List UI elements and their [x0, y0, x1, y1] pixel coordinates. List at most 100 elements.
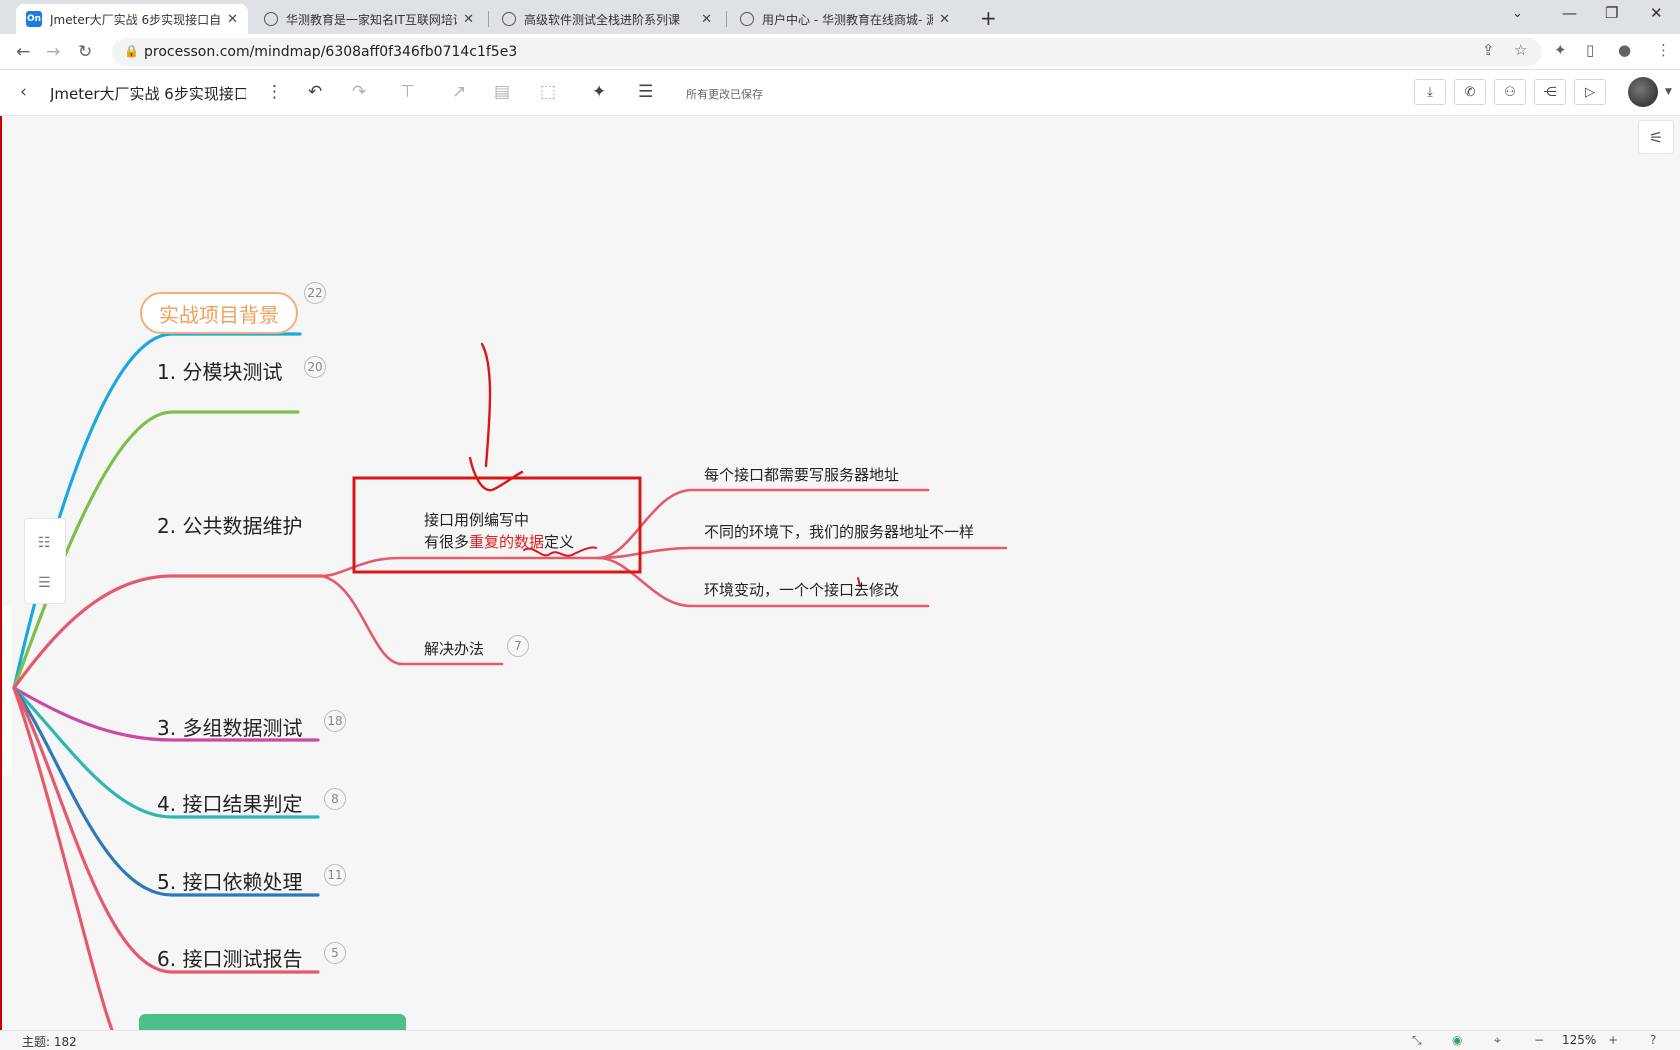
sub-topic-node[interactable]: 接口用例编写中 有很多重复的数据定义: [424, 509, 574, 553]
close-tab-icon[interactable]: ✕: [939, 12, 950, 27]
minimize-icon[interactable]: —: [1562, 4, 1577, 22]
format-painter-icon[interactable]: ⊤: [400, 82, 415, 102]
app-toolbar: ‹ Jmeter大厂实战 6步实现接口自动化 ⋮ ↶ ↷ ⊤ ↗ ▤ ⬚ ✦ ☰…: [0, 70, 1680, 116]
processon-favicon-icon: On: [26, 11, 42, 27]
tab-divider: [488, 11, 489, 27]
summary-icon[interactable]: ▤: [494, 82, 510, 102]
topic-count: 主题: 182: [22, 1035, 77, 1049]
branch-count-badge-4[interactable]: 8: [324, 788, 346, 810]
status-bar: 主题: 182 ⤡ ◉ ⌖ − 125% + ?: [0, 1030, 1680, 1050]
document-title[interactable]: Jmeter大厂实战 6步实现接口自动化: [50, 83, 246, 104]
site-favicon-icon: [264, 12, 278, 26]
outline-panel: ☷ ☰: [24, 518, 66, 604]
browser-tab-bar: On Jmeter大厂实战 6步实现接口自动化 ✕ 华测教育是一家知名IT互联网…: [0, 0, 1680, 34]
root-count-badge[interactable]: 22: [304, 282, 326, 304]
zoom-in-icon[interactable]: +: [1608, 1033, 1618, 1047]
side-panel-icon[interactable]: ▯: [1586, 41, 1594, 59]
solution-count-badge[interactable]: 7: [507, 635, 529, 657]
tab-course[interactable]: 高级软件测试全栈进阶系列课 ✕: [492, 4, 722, 34]
zoom-out-icon[interactable]: −: [1534, 1033, 1544, 1047]
branch-node-5[interactable]: 5. 接口依赖处理: [157, 866, 302, 895]
tab-user-center[interactable]: 用户中心 - 华测教育在线商城- 源 ✕: [730, 4, 960, 34]
branch-node-7-partial[interactable]: [139, 1014, 406, 1030]
url-field[interactable]: 🔒 processon.com/mindmap/6308aff0f346fb07…: [112, 38, 1542, 66]
zoom-level[interactable]: 125%: [1562, 1033, 1596, 1047]
close-window-icon[interactable]: ✕: [1650, 4, 1663, 22]
download-button[interactable]: ⤓: [1414, 79, 1446, 105]
redo-icon[interactable]: ↷: [352, 82, 366, 102]
tab-title: 华测教育是一家知名IT互联网培训: [286, 12, 458, 27]
location-icon[interactable]: ⌖: [1494, 1033, 1501, 1048]
site-favicon-icon: [740, 12, 754, 26]
tab-jmeter[interactable]: On Jmeter大厂实战 6步实现接口自动化 ✕: [16, 4, 248, 34]
restore-icon[interactable]: ❐: [1605, 4, 1618, 22]
outline-icon[interactable]: ☷: [38, 535, 51, 551]
sub-topic-line-2: 有很多重复的数据定义: [424, 531, 574, 553]
profile-icon[interactable]: ●: [1618, 41, 1631, 59]
extensions-icon[interactable]: ✦: [1554, 41, 1567, 59]
root-topic-node[interactable]: 实战项目背景: [140, 292, 298, 334]
detail-node-2[interactable]: 不同的环境下，我们的服务器地址不一样: [704, 521, 974, 542]
share-button[interactable]: ⋲: [1534, 79, 1566, 105]
branch-node-3[interactable]: 3. 多组数据测试: [157, 712, 302, 741]
solution-node[interactable]: 解决办法: [424, 638, 484, 659]
highlighted-text: 重复的数据: [469, 533, 545, 551]
site-favicon-icon: [502, 12, 516, 26]
forward-icon[interactable]: →: [46, 42, 60, 62]
branch-node-2[interactable]: 2. 公共数据维护: [157, 510, 302, 539]
branch-count-badge-5[interactable]: 11: [324, 864, 346, 886]
boundary-icon[interactable]: ⬚: [540, 82, 556, 102]
sub-topic-line-1: 接口用例编写中: [424, 511, 530, 529]
tab-huace[interactable]: 华测教育是一家知名IT互联网培训 ✕: [254, 4, 484, 34]
close-tab-icon[interactable]: ✕: [463, 12, 474, 27]
ai-magic-icon[interactable]: ✦: [592, 82, 606, 102]
user-avatar[interactable]: [1628, 77, 1658, 107]
detail-node-1[interactable]: 每个接口都需要写服务器地址: [704, 464, 899, 485]
sub-topic-text-a: 有很多: [424, 533, 470, 551]
save-status: 所有更改已保存: [686, 88, 763, 101]
tab-search-icon[interactable]: ⌄: [1512, 6, 1523, 21]
lock-icon: 🔒: [124, 44, 139, 58]
browser-menu-icon[interactable]: ⋮: [1656, 41, 1671, 59]
branch-node-4[interactable]: 4. 接口结果判定: [157, 788, 302, 817]
annotation-arrow: [468, 342, 524, 492]
connector-detail-2: [596, 546, 1008, 560]
connector-branch-7: [12, 686, 114, 1030]
collaborate-button[interactable]: ⚇: [1494, 79, 1526, 105]
close-tab-icon[interactable]: ✕: [227, 12, 238, 27]
close-tab-icon[interactable]: ✕: [701, 12, 712, 27]
present-button[interactable]: ▷: [1574, 79, 1606, 105]
sub-topic-text-c: 定义: [544, 533, 575, 551]
more-options-icon[interactable]: ⋮: [266, 82, 283, 102]
view-mode-icon[interactable]: ◉: [1452, 1033, 1462, 1047]
url-text: processon.com/mindmap/6308aff0f346fb0714…: [144, 44, 518, 60]
detail-node-3[interactable]: 环境变动，一个个接口去修改: [704, 579, 899, 600]
new-tab-icon[interactable]: +: [980, 6, 997, 30]
reload-icon[interactable]: ↻: [78, 42, 92, 62]
back-arrow-icon[interactable]: ‹: [20, 82, 27, 102]
layout-settings-icon[interactable]: ☰: [638, 82, 653, 102]
tab-title: Jmeter大厂实战 6步实现接口自动化: [50, 12, 222, 27]
undo-icon[interactable]: ↶: [308, 82, 322, 102]
bookmark-star-icon[interactable]: ☆: [1514, 41, 1527, 59]
branch-node-1[interactable]: 1. 分模块测试: [157, 356, 282, 385]
mindmap-canvas[interactable]: 实战项目背景 22 1. 分模块测试 20 2. 公共数据维护 3. 多组数据测…: [0, 116, 1680, 1030]
left-panel-edge[interactable]: [2, 606, 12, 776]
help-icon[interactable]: ?: [1650, 1033, 1656, 1047]
address-bar-row: ← → ↻ 🔒 processon.com/mindmap/6308aff0f3…: [0, 34, 1680, 70]
call-button[interactable]: ✆: [1454, 79, 1486, 105]
canvas-settings-icon[interactable]: ⚟: [1638, 120, 1674, 154]
branch-node-6[interactable]: 6. 接口测试报告: [157, 943, 302, 972]
avatar-caret-icon[interactable]: ▼: [1665, 87, 1672, 97]
share-icon[interactable]: ⇪: [1482, 41, 1495, 59]
branch-count-badge-6[interactable]: 5: [324, 942, 346, 964]
back-icon[interactable]: ←: [16, 42, 30, 62]
connector-icon[interactable]: ↗: [452, 82, 466, 102]
list-icon[interactable]: ☰: [38, 575, 51, 591]
branch-count-badge-1[interactable]: 20: [304, 356, 326, 378]
branch-count-badge-3[interactable]: 18: [324, 710, 346, 732]
fit-screen-icon[interactable]: ⤡: [1412, 1033, 1422, 1048]
tab-title: 高级软件测试全栈进阶系列课: [524, 12, 681, 27]
tab-divider: [726, 11, 727, 27]
tab-title: 用户中心 - 华测教育在线商城- 源: [762, 12, 934, 27]
